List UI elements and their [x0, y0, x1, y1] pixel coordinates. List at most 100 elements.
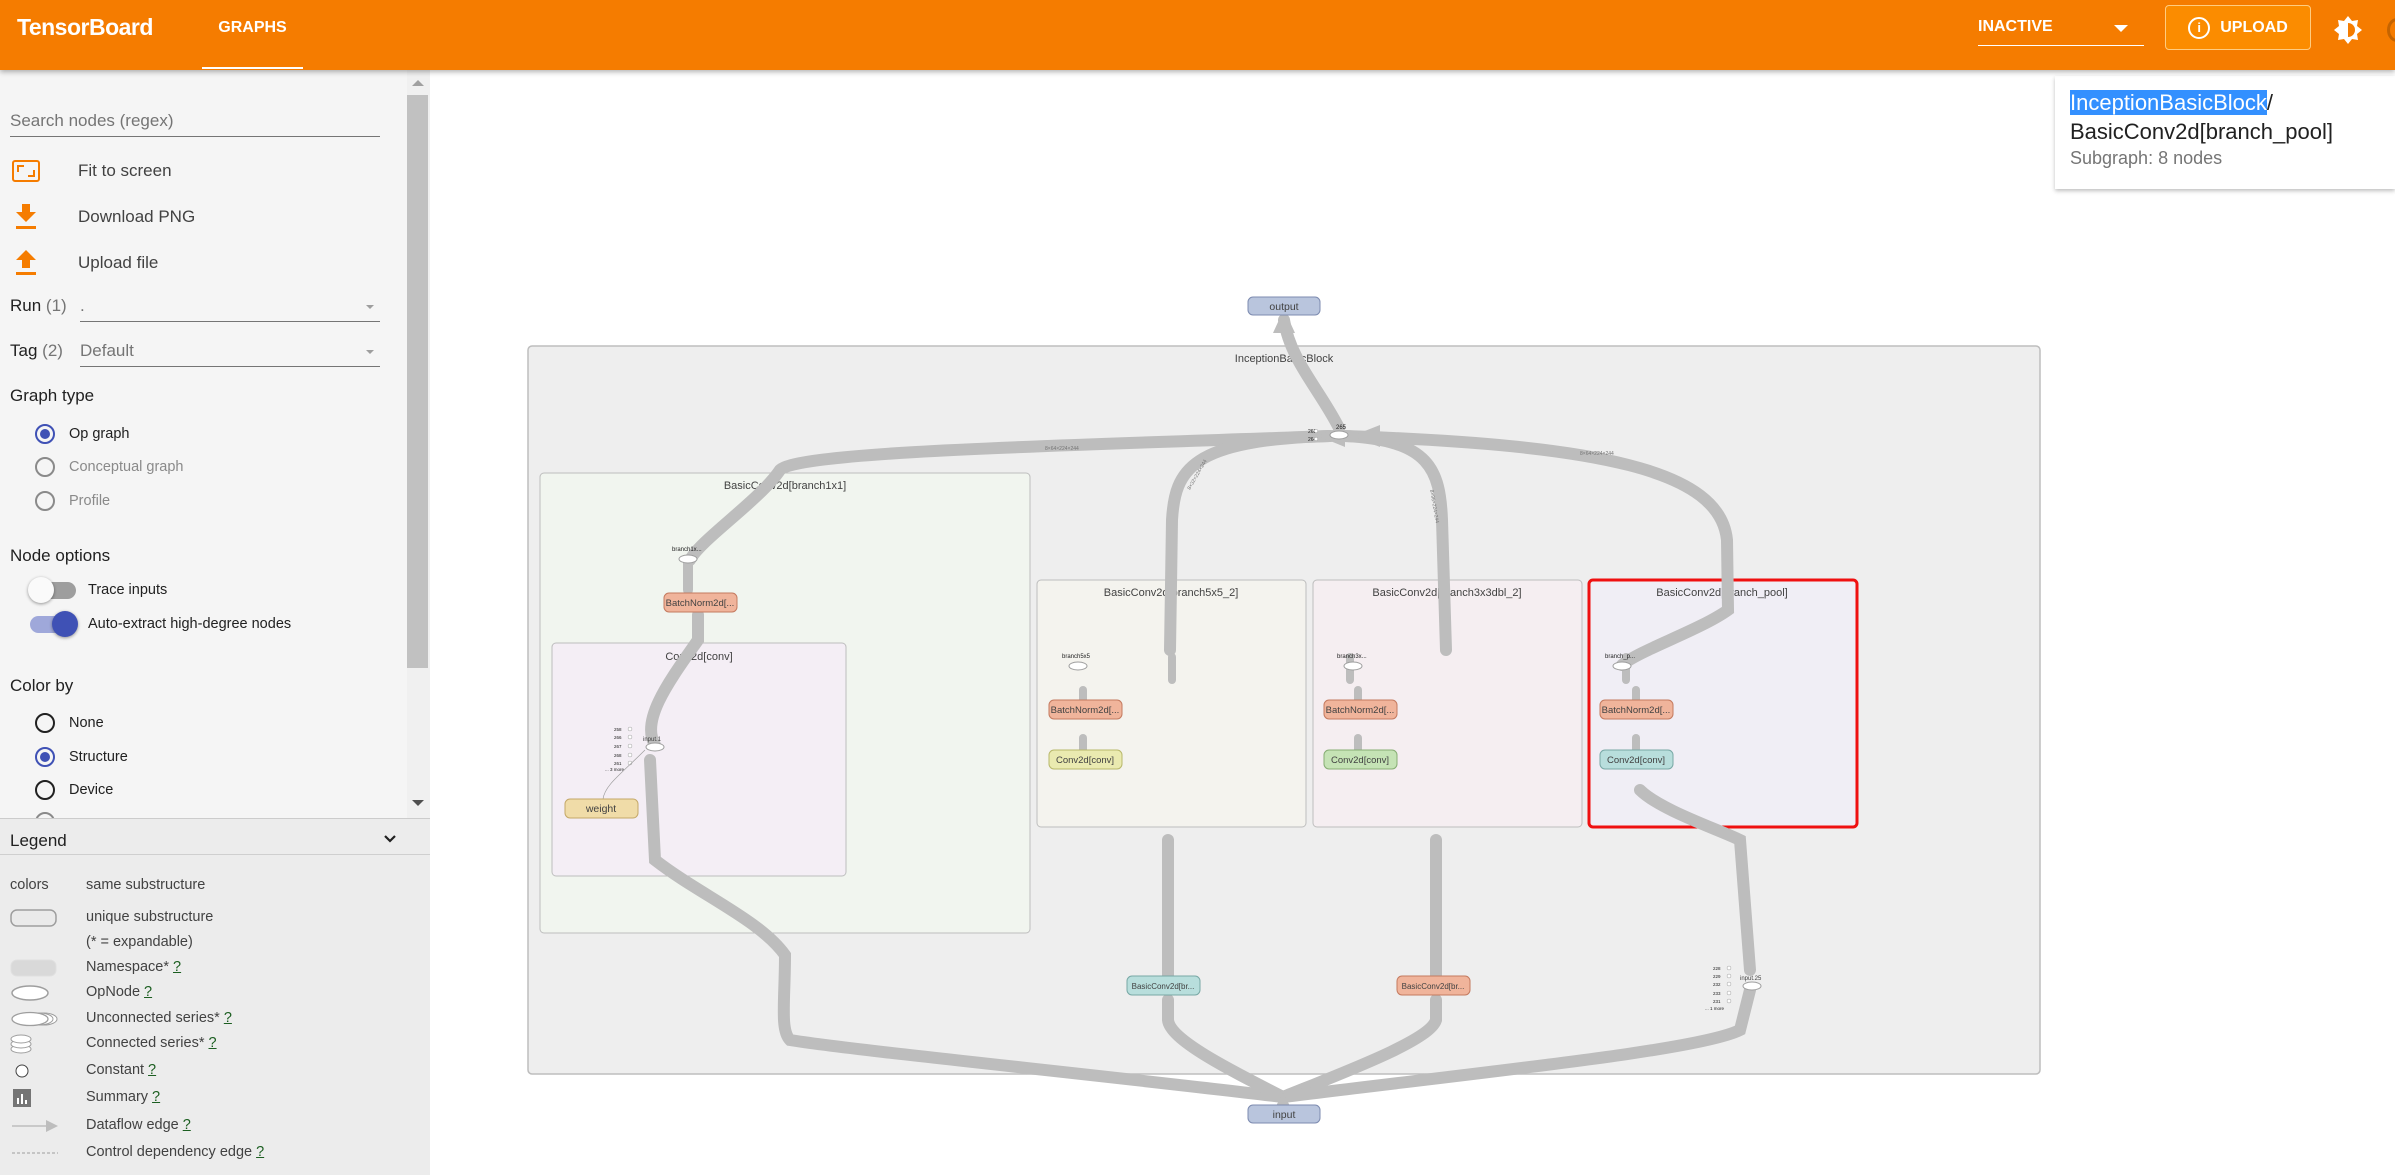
- radio-color-none[interactable]: None: [35, 712, 104, 734]
- unique-substructure-icon: [10, 909, 57, 927]
- upload-button[interactable]: i UPLOAD: [2165, 5, 2311, 50]
- legend-row-expandable: (* = expandable): [0, 933, 430, 953]
- node-label: BatchNorm2d[...: [666, 598, 735, 609]
- legend-panel: Legend colors same substructure unique s…: [0, 818, 430, 1175]
- node-output-label: output: [1269, 301, 1298, 313]
- legend-row-unconnected: Unconnected series*?: [0, 1009, 430, 1029]
- tag-selector-row: Tag (2) Default: [10, 337, 380, 369]
- help-link[interactable]: ?: [224, 1010, 232, 1026]
- trace-inputs-toggle[interactable]: Trace inputs: [28, 575, 167, 605]
- upload-file-label: Upload file: [78, 253, 159, 272]
- help-link[interactable]: ?: [173, 959, 181, 975]
- legend-label: unique substructure: [86, 909, 214, 925]
- app-title: TensorBoard: [17, 14, 153, 40]
- legend-label: Namespace*?: [86, 959, 182, 975]
- const-node[interactable]: [1313, 436, 1319, 442]
- legend-label: Summary?: [86, 1089, 161, 1105]
- namespace-title: BasicConv2d[branch1x1]: [724, 480, 846, 492]
- node-info-card: InceptionBasicBlock/ BasicConv2d[branch_…: [2055, 76, 2395, 189]
- run-value: .: [80, 296, 85, 315]
- sidebar: Fit to screen Download PNG Upload file R…: [0, 70, 430, 1175]
- dataflow-edge-icon: [12, 1120, 58, 1132]
- radio-op-graph[interactable]: Op graph: [35, 423, 129, 445]
- node-label: BatchNorm2d[...: [1602, 705, 1671, 716]
- fit-to-screen-icon: [12, 160, 40, 182]
- upload-file-button[interactable]: Upload file: [10, 248, 158, 278]
- top-app-bar: TensorBoard GRAPHS INACTIVE i UPLOAD: [0, 0, 2395, 70]
- node-label: Conv2d[conv]: [1607, 755, 1665, 766]
- tab-graphs[interactable]: GRAPHS: [202, 0, 303, 70]
- legend-row-summary: Summary?: [0, 1088, 430, 1108]
- graph-canvas[interactable]: InceptionBasicBlock BasicConv2d[branch1x…: [430, 70, 2395, 1175]
- reload-status-dropdown[interactable]: INACTIVE: [1978, 12, 2144, 46]
- node-branch-pool-out[interactable]: [1612, 661, 1632, 671]
- node-input-25[interactable]: [1742, 981, 1762, 991]
- tag-value: Default: [80, 341, 134, 360]
- node-branch3x3-out[interactable]: [1343, 661, 1363, 671]
- radio-profile[interactable]: Profile: [35, 490, 110, 512]
- legend-label: (* = expandable): [86, 934, 193, 950]
- svg-text:233: 233: [1713, 991, 1721, 996]
- upload-label: UPLOAD: [2220, 18, 2288, 36]
- legend-label: Connected series*?: [86, 1035, 217, 1051]
- legend-label: OpNode?: [86, 984, 153, 1000]
- help-link[interactable]: ?: [209, 1035, 217, 1051]
- download-png-button[interactable]: Download PNG: [10, 202, 195, 232]
- graph-svg[interactable]: InceptionBasicBlock BasicConv2d[branch1x…: [430, 70, 2395, 1175]
- node-label: BasicConv2d[br...: [1132, 982, 1195, 991]
- help-link[interactable]: ?: [183, 1117, 191, 1133]
- svg-text:267: 267: [614, 744, 622, 749]
- search-nodes-input[interactable]: [10, 106, 380, 137]
- svg-text:229: 229: [1713, 974, 1721, 979]
- chevron-down-icon: [2114, 25, 2128, 32]
- svg-text:... 3 more: ... 3 more: [605, 767, 625, 772]
- help-link[interactable]: ?: [152, 1089, 160, 1105]
- sidebar-controls: Fit to screen Download PNG Upload file R…: [0, 70, 430, 818]
- node-concat[interactable]: [1329, 430, 1349, 440]
- help-link[interactable]: ?: [148, 1062, 156, 1078]
- legend-label: same substructure: [86, 877, 206, 893]
- namespace-icon: [10, 959, 57, 977]
- legend-row-opnode: OpNode?: [0, 983, 430, 1003]
- scrollbar-thumb[interactable]: [407, 95, 428, 668]
- namespace-conv2d-conv[interactable]: [551, 642, 847, 877]
- const-node[interactable]: [1313, 428, 1319, 434]
- node-label: Conv2d[conv]: [1056, 755, 1114, 766]
- node-branch1x1-out[interactable]: [678, 554, 698, 564]
- help-link[interactable]: ?: [144, 984, 152, 1000]
- svg-text:231: 231: [1713, 999, 1721, 1004]
- radio-color-device[interactable]: Device: [35, 779, 113, 801]
- node-label: BatchNorm2d[...: [1051, 705, 1120, 716]
- node-branch5x5-out[interactable]: [1068, 661, 1088, 671]
- node-label: input.1: [643, 737, 662, 743]
- node-label: Conv2d[conv]: [1331, 755, 1389, 766]
- download-png-label: Download PNG: [78, 207, 196, 226]
- download-icon: [16, 204, 36, 229]
- node-options-heading: Node options: [10, 546, 111, 565]
- theme-toggle-icon[interactable]: [2333, 15, 2363, 45]
- settings-icon[interactable]: [2387, 18, 2395, 42]
- summary-icon: [13, 1089, 31, 1107]
- run-selector-row: Run (1) .: [10, 292, 380, 324]
- svg-text:228: 228: [1713, 966, 1721, 971]
- auto-extract-toggle[interactable]: Auto-extract high-degree nodes: [30, 609, 291, 639]
- chevron-down-icon[interactable]: [383, 832, 397, 846]
- radio-color-cut-off[interactable]: [35, 811, 69, 818]
- svg-text:232: 232: [1713, 982, 1721, 987]
- sidebar-scrollbar[interactable]: [407, 70, 430, 818]
- scroll-up-icon[interactable]: [412, 80, 424, 86]
- tag-dropdown[interactable]: Default: [80, 337, 380, 367]
- graph-type-heading: Graph type: [10, 386, 95, 405]
- edge-label: 8×64×224×244: [1045, 446, 1079, 452]
- run-dropdown[interactable]: .: [80, 292, 380, 322]
- legend-row-unique: unique substructure: [0, 908, 430, 928]
- fit-to-screen-button[interactable]: Fit to screen: [10, 156, 172, 186]
- node-input-1[interactable]: [645, 742, 665, 752]
- svg-text:266: 266: [614, 735, 622, 740]
- subgraph-count: Subgraph: 8 nodes: [2070, 148, 2223, 168]
- scroll-down-icon[interactable]: [412, 800, 424, 806]
- radio-color-structure[interactable]: Structure: [35, 746, 128, 768]
- radio-conceptual-graph[interactable]: Conceptual graph: [35, 456, 183, 478]
- dropdown-arrow-icon: [366, 305, 374, 309]
- help-link[interactable]: ?: [256, 1144, 264, 1160]
